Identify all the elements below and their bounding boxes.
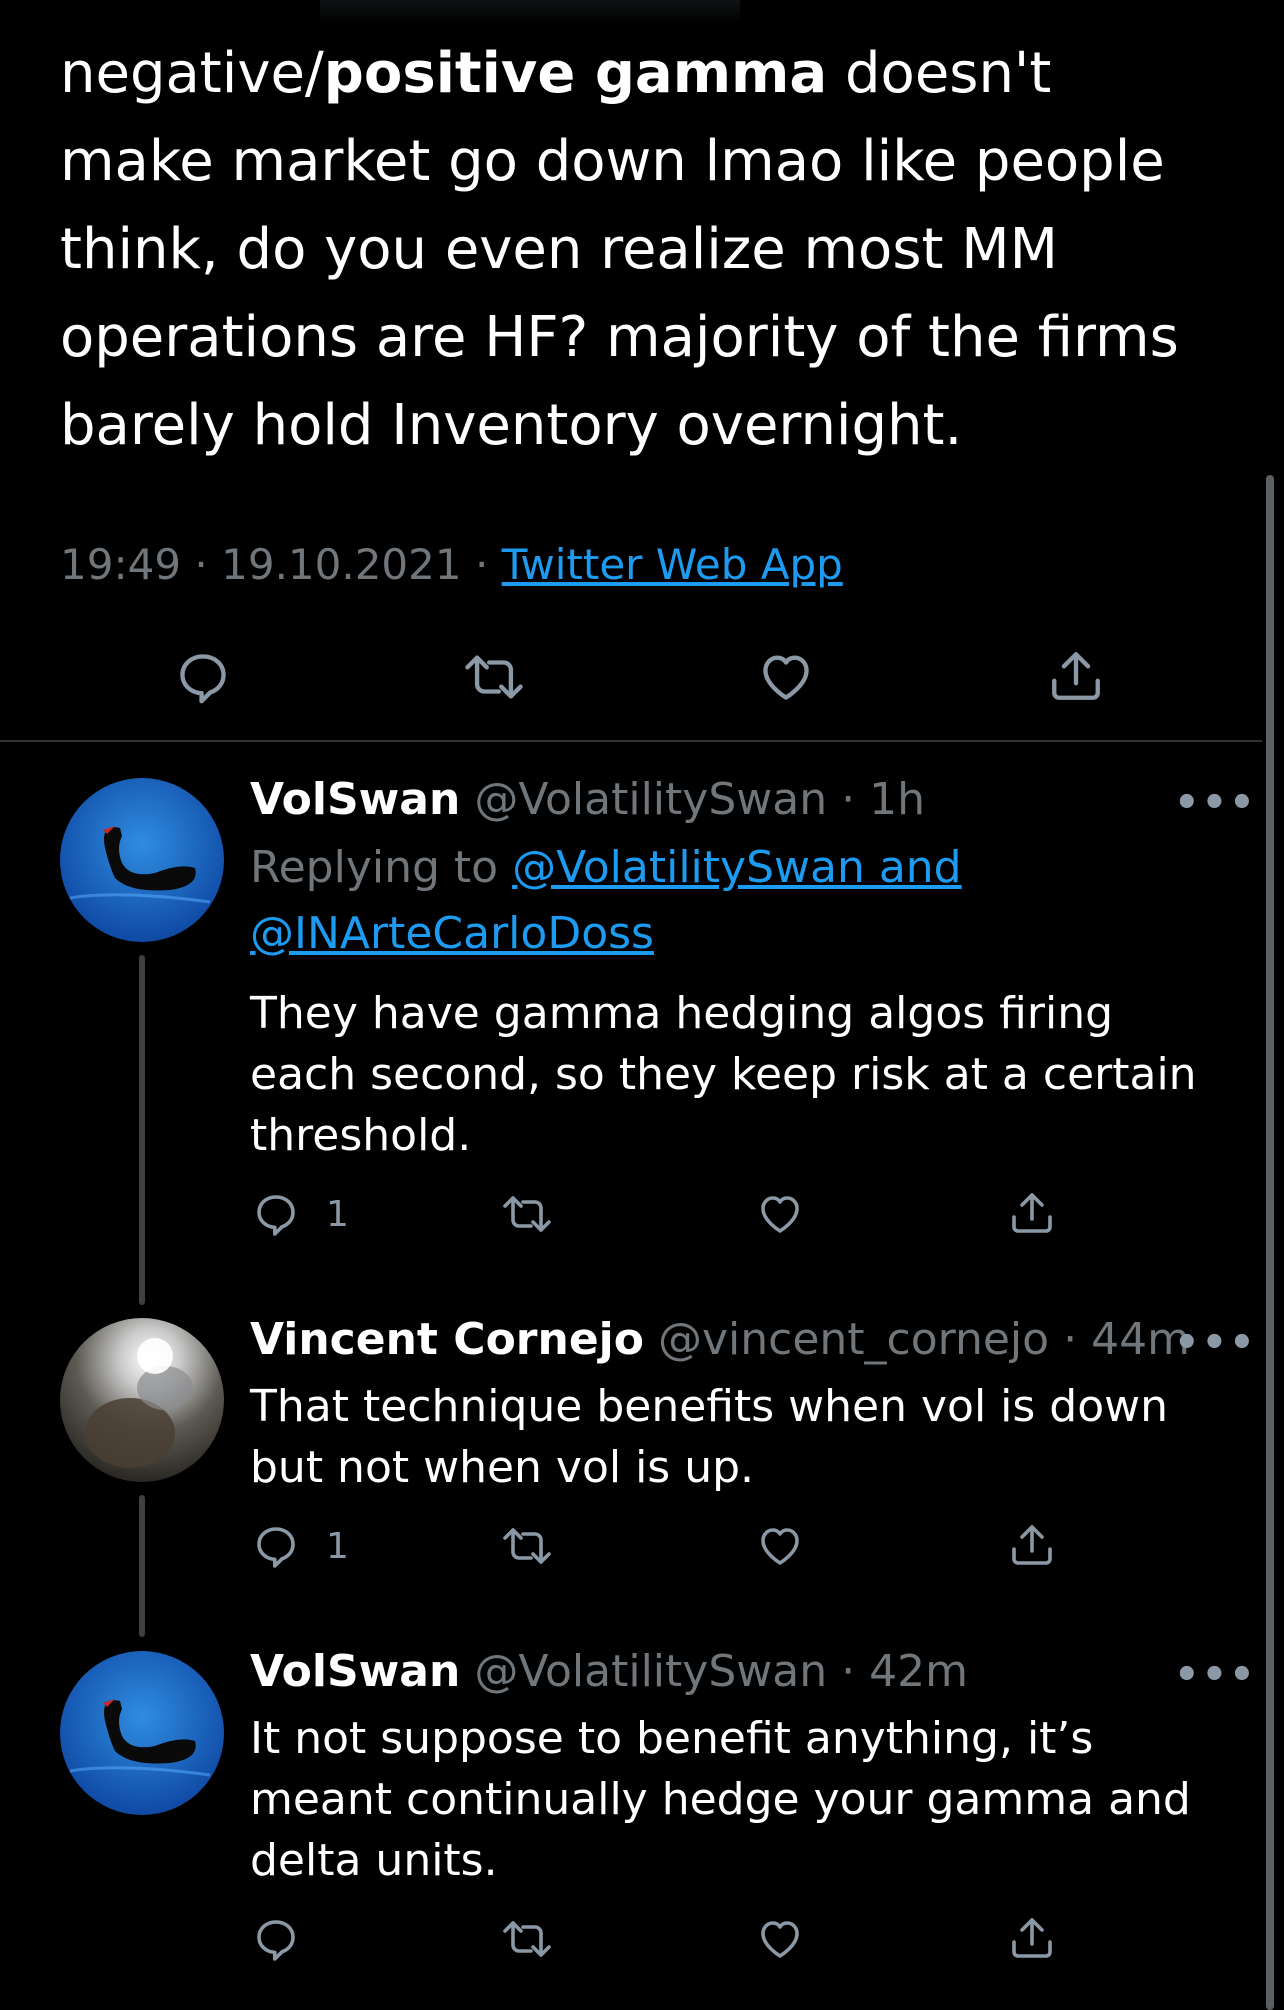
handle[interactable]: @VolatilitySwan [474, 1646, 827, 1697]
black-swan-avatar [60, 778, 224, 942]
main-tweet-meta: 19:49 · 19.10.2021 · Twitter Web App [60, 540, 843, 589]
avatar[interactable] [60, 1318, 224, 1482]
like-icon[interactable] [756, 1915, 804, 1963]
retweet-icon[interactable] [500, 1915, 554, 1963]
reply-icon[interactable] [174, 648, 232, 706]
reply-count: 1 [326, 1526, 349, 1567]
tweet-date: 19.10.2021 [221, 540, 462, 589]
main-tweet-bold-text: positive gamma [323, 41, 828, 106]
person-avatar [60, 1318, 224, 1482]
tweet-time: 19:49 [60, 540, 182, 589]
more-icon[interactable]: ••• [1174, 1320, 1257, 1366]
retweet-icon[interactable] [462, 648, 526, 706]
top-fade [320, 0, 740, 24]
reply-icon[interactable] [252, 1190, 300, 1238]
reply-text: That technique benefits when vol is down… [250, 1381, 1169, 1493]
main-tweet-actions [0, 640, 1260, 720]
like-icon[interactable] [757, 648, 815, 706]
handle[interactable]: @vincent_cornejo [658, 1314, 1049, 1365]
display-name[interactable]: VolSwan [250, 774, 460, 825]
thread-line [139, 955, 145, 1305]
more-icon[interactable]: ••• [1174, 1652, 1257, 1698]
reply-count: 1 [326, 1194, 349, 1235]
divider [0, 740, 1262, 742]
main-tweet-text: negative/positive gamma doesn't make mar… [60, 41, 1179, 458]
display-name[interactable]: VolSwan [250, 1646, 460, 1697]
tweet-source-link[interactable]: Twitter Web App [502, 540, 843, 589]
retweet-icon[interactable] [500, 1522, 554, 1570]
share-icon[interactable] [1047, 646, 1105, 706]
like-icon[interactable] [756, 1522, 804, 1570]
handle[interactable]: @VolatilitySwan [474, 774, 827, 825]
share-icon[interactable] [1008, 1913, 1056, 1963]
display-name[interactable]: Vincent Cornejo [250, 1314, 644, 1365]
avatar[interactable] [60, 1651, 224, 1815]
tweet-age: 1h [869, 774, 925, 825]
reply-text: It not suppose to benefit anything, it’s… [250, 1713, 1191, 1886]
retweet-icon[interactable] [500, 1190, 554, 1238]
scrollbar[interactable] [1266, 475, 1274, 2010]
reply-header: VolSwan @VolatilitySwan · 42m [250, 1646, 968, 1697]
reply-text: They have gamma hedging algos firing eac… [250, 988, 1197, 1161]
black-swan-avatar [60, 1651, 224, 1815]
replying-to: Replying to @VolatilitySwan and @INArteC… [250, 835, 1010, 967]
thread-line [139, 1495, 145, 1637]
share-icon[interactable] [1008, 1188, 1056, 1238]
reply-header: VolSwan @VolatilitySwan · 1h [250, 774, 925, 825]
reply-icon[interactable] [252, 1522, 300, 1570]
more-icon[interactable]: ••• [1174, 780, 1257, 826]
reply-header: Vincent Cornejo @vincent_cornejo · 44m [250, 1314, 1190, 1365]
share-icon[interactable] [1008, 1520, 1056, 1570]
replying-to-prefix: Replying to [250, 842, 499, 893]
like-icon[interactable] [756, 1190, 804, 1238]
reply-icon[interactable] [252, 1915, 300, 1963]
tweet-age: 42m [869, 1646, 968, 1697]
avatar[interactable] [60, 778, 224, 942]
